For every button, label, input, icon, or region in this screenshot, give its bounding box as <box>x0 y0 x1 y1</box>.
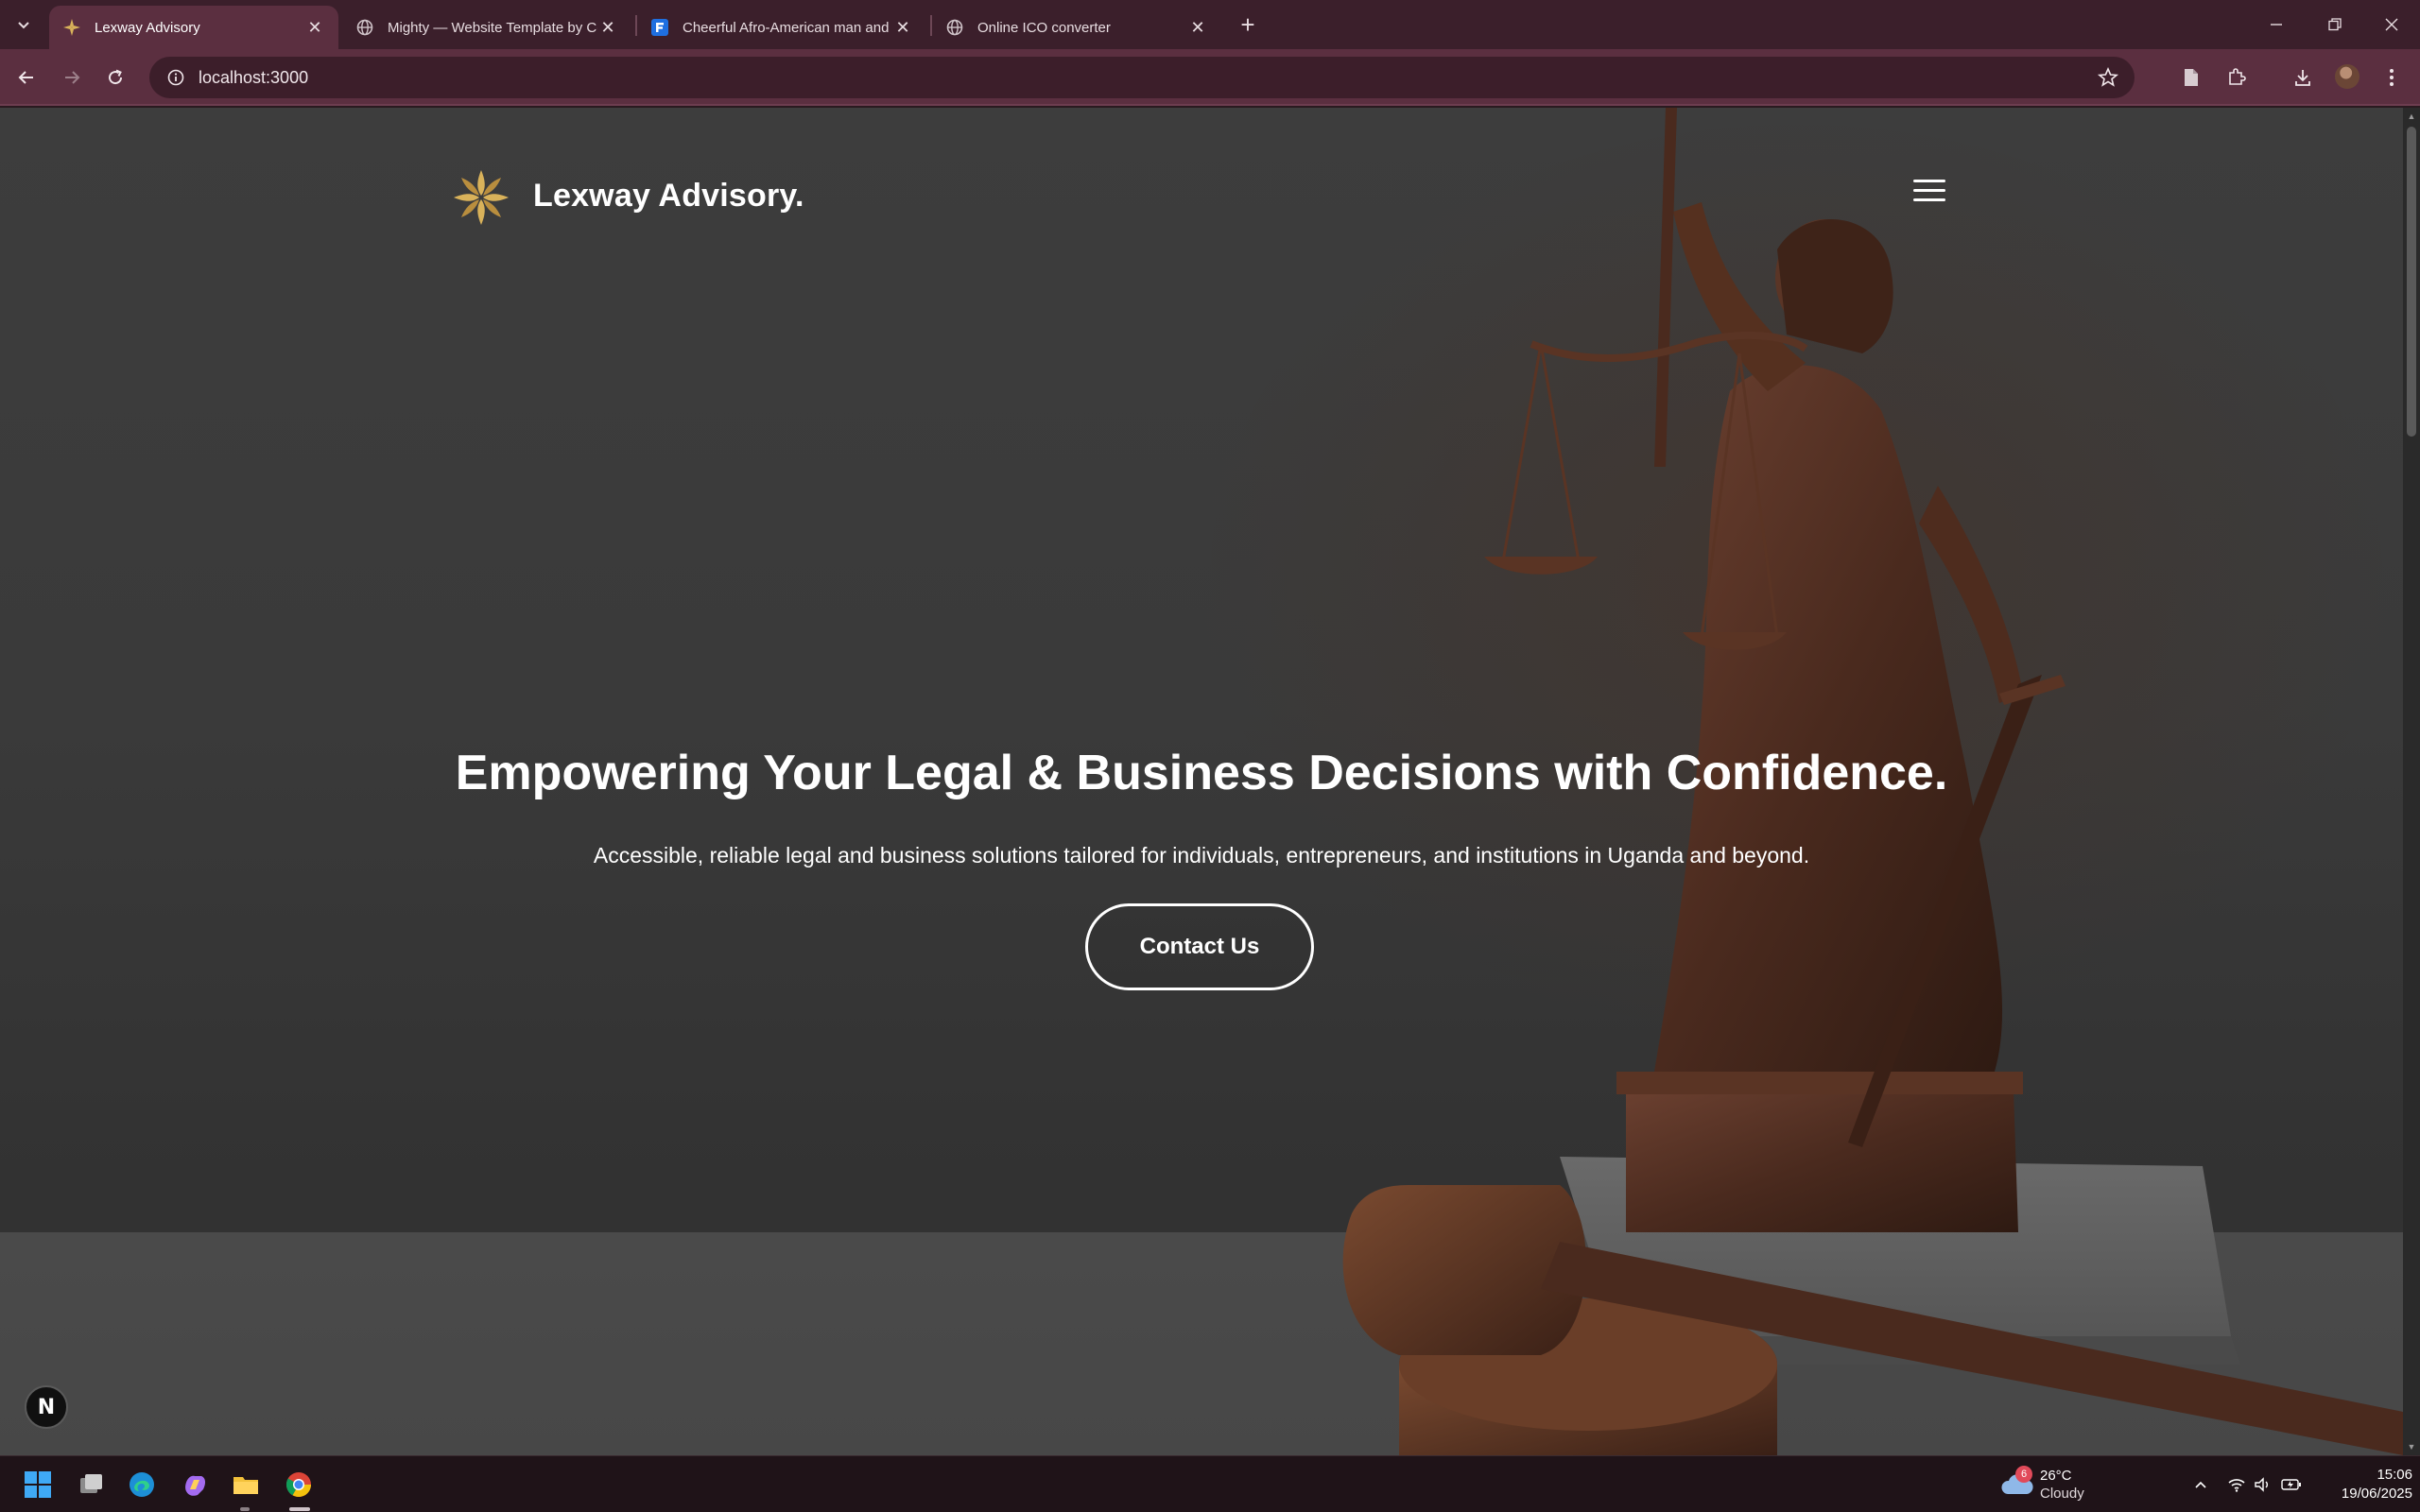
hamburger-menu-icon[interactable] <box>1913 180 1945 206</box>
tab-title: Cheerful Afro-American man and w <box>683 19 892 36</box>
contact-us-button[interactable]: Contact Us <box>1085 903 1314 990</box>
downloads-button[interactable] <box>2288 62 2318 93</box>
chevron-down-icon <box>18 22 29 29</box>
extensions-button[interactable] <box>2221 62 2252 93</box>
file-explorer-running-indicator <box>240 1507 250 1511</box>
lexway-logo-icon <box>62 18 81 37</box>
tab-title: Mighty — Website Template by Co <box>388 19 597 36</box>
weather-condition: Cloudy <box>2040 1486 2084 1502</box>
minimize-icon <box>2271 24 2282 26</box>
clock-time: 15:06 <box>2377 1467 2412 1483</box>
arrow-left-icon <box>18 71 33 84</box>
tab-ico-converter[interactable]: Online ICO converter ✕ <box>932 6 1221 49</box>
close-tab-icon[interactable]: ✕ <box>304 17 325 38</box>
more-vertical-icon <box>2390 69 2394 86</box>
address-bar[interactable]: localhost:3000 <box>149 57 2135 98</box>
weather-widget[interactable]: 6 26°C Cloudy <box>2000 1466 2104 1503</box>
task-view-icon[interactable] <box>74 1468 108 1502</box>
new-tab-button[interactable]: + <box>1235 10 1261 39</box>
volume-icon[interactable] <box>2252 1473 2274 1496</box>
restore-icon <box>2328 18 2342 31</box>
page-viewport: Lexway Advisory. Empowering Your Legal &… <box>0 108 2403 1455</box>
site-info-icon[interactable] <box>155 57 197 98</box>
menu-button[interactable] <box>2377 62 2407 93</box>
puzzle-icon <box>2229 68 2246 85</box>
system-clock[interactable]: 15:06 19/06/2025 <box>2307 1466 2412 1503</box>
download-icon <box>2295 70 2310 86</box>
brand-name[interactable]: Lexway Advisory. <box>533 178 804 215</box>
file-explorer-icon[interactable] <box>229 1468 263 1502</box>
forward-button[interactable] <box>57 62 87 93</box>
edge-browser-icon[interactable] <box>125 1468 159 1502</box>
close-icon <box>2385 18 2398 31</box>
scroll-up-icon[interactable]: ▲ <box>2407 112 2416 121</box>
show-hidden-icons-chevron-up-icon[interactable] <box>2189 1473 2212 1496</box>
hero-title: Empowering Your Legal & Business Decisio… <box>455 746 1948 800</box>
battery-icon[interactable] <box>2280 1473 2303 1496</box>
chrome-taskbar-icon[interactable] <box>282 1468 316 1502</box>
scrollbar-thumb[interactable] <box>2407 127 2416 437</box>
url-text: localhost:3000 <box>199 67 309 87</box>
globe-icon <box>355 18 374 37</box>
wifi-icon[interactable] <box>2225 1473 2248 1496</box>
close-tab-icon[interactable]: ✕ <box>597 17 618 38</box>
reload-button[interactable] <box>100 62 130 93</box>
tab-mighty[interactable]: Mighty — Website Template by Co ✕ <box>342 6 631 49</box>
windows-taskbar: 6 26°C Cloudy 15:06 19/06/2025 <box>0 1455 2420 1512</box>
arrow-right-icon <box>65 71 80 84</box>
close-tab-icon[interactable]: ✕ <box>892 17 913 38</box>
browser-toolbar: localhost:3000 <box>0 49 2420 106</box>
document-icon <box>2185 69 2198 86</box>
tab-title: Lexway Advisory <box>95 19 200 36</box>
page-scrollbar[interactable]: ▲ ▼ <box>2403 108 2420 1455</box>
freepik-icon <box>650 18 669 37</box>
restore-button[interactable] <box>2316 8 2354 42</box>
hero-subtitle: Accessible, reliable legal and business … <box>593 843 1810 868</box>
tab-strip: Lexway Advisory ✕ Mighty — Website Templ… <box>0 0 2420 49</box>
reload-icon <box>109 69 123 85</box>
tab-search-button[interactable] <box>9 11 38 38</box>
tab-title: Online ICO converter <box>977 19 1111 36</box>
scroll-down-icon[interactable]: ▼ <box>2407 1442 2416 1452</box>
profile-avatar[interactable] <box>2335 64 2360 89</box>
bookmark-star-icon[interactable] <box>2097 66 2119 89</box>
tab-lexway[interactable]: Lexway Advisory ✕ <box>49 6 338 49</box>
tab-freepik[interactable]: Cheerful Afro-American man and w ✕ <box>637 6 926 49</box>
globe-icon <box>945 18 964 37</box>
minimize-button[interactable] <box>2257 8 2295 42</box>
brand-logo-icon[interactable] <box>452 168 510 227</box>
windows-start-icon[interactable] <box>21 1468 55 1502</box>
close-window-button[interactable] <box>2373 8 2411 42</box>
copilot-icon[interactable] <box>178 1468 212 1502</box>
nextjs-dev-badge[interactable]: N <box>25 1385 68 1429</box>
reading-list-button[interactable] <box>2176 62 2206 93</box>
close-tab-icon[interactable]: ✕ <box>1187 17 1208 38</box>
back-button[interactable] <box>11 62 42 93</box>
chrome-active-indicator <box>289 1507 310 1511</box>
weather-temperature: 26°C <box>2040 1468 2072 1484</box>
weather-alert-badge: 6 <box>2015 1466 2032 1483</box>
clock-date: 19/06/2025 <box>2341 1486 2412 1502</box>
